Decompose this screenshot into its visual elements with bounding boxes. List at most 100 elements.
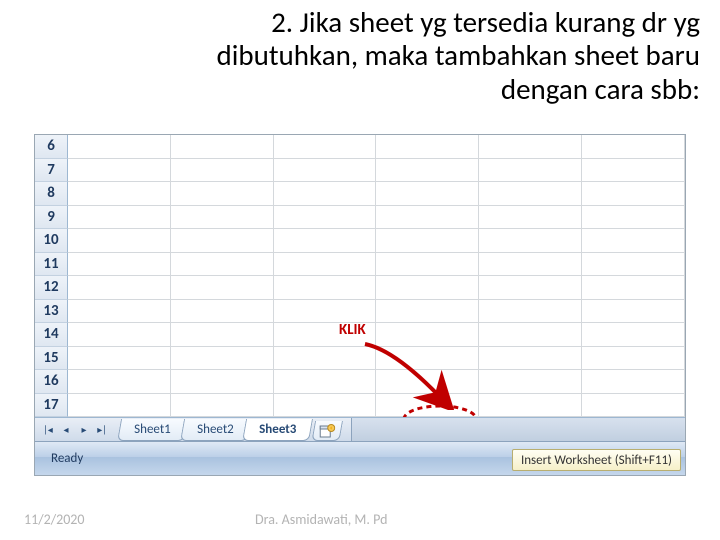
cell[interactable]	[479, 182, 582, 206]
cell[interactable]	[376, 182, 479, 206]
cell[interactable]	[376, 159, 479, 183]
cell[interactable]	[171, 135, 274, 159]
cell[interactable]	[274, 159, 377, 183]
cell[interactable]	[274, 347, 377, 371]
grid-row: 8	[35, 182, 685, 206]
spreadsheet-grid: 67891011121314151617	[35, 135, 685, 417]
cell[interactable]	[479, 347, 582, 371]
cell[interactable]	[376, 229, 479, 253]
cell[interactable]	[479, 370, 582, 394]
row-header[interactable]: 12	[35, 276, 68, 300]
row-header[interactable]: 6	[35, 135, 68, 159]
cell[interactable]	[479, 276, 582, 300]
cell[interactable]	[68, 229, 171, 253]
cell[interactable]	[68, 253, 171, 277]
cell[interactable]	[171, 347, 274, 371]
cell[interactable]	[68, 276, 171, 300]
cell[interactable]	[479, 159, 582, 183]
tab-nav-prev-icon[interactable]: ◂	[57, 420, 75, 440]
cell[interactable]	[479, 229, 582, 253]
cell[interactable]	[376, 206, 479, 230]
cell[interactable]	[171, 206, 274, 230]
cell[interactable]	[376, 253, 479, 277]
cell[interactable]	[582, 370, 685, 394]
sheet-tab-sheet1[interactable]: Sheet1	[117, 419, 188, 441]
cell[interactable]	[582, 276, 685, 300]
horizontal-scroll-track[interactable]	[351, 418, 685, 441]
cell[interactable]	[171, 253, 274, 277]
grid-row: 10	[35, 229, 685, 253]
cell[interactable]	[171, 182, 274, 206]
cell[interactable]	[274, 206, 377, 230]
cell[interactable]	[274, 135, 377, 159]
cell[interactable]	[68, 135, 171, 159]
cell[interactable]	[582, 159, 685, 183]
cell[interactable]	[274, 394, 377, 418]
row-header[interactable]: 10	[35, 229, 68, 253]
cell[interactable]	[376, 394, 479, 418]
cell[interactable]	[171, 300, 274, 324]
cell[interactable]	[479, 300, 582, 324]
cell[interactable]	[376, 300, 479, 324]
insert-worksheet-button[interactable]	[312, 421, 344, 441]
cell[interactable]	[68, 182, 171, 206]
row-header[interactable]: 8	[35, 182, 68, 206]
cell[interactable]	[582, 253, 685, 277]
cell[interactable]	[68, 159, 171, 183]
row-header[interactable]: 13	[35, 300, 68, 324]
row-header[interactable]: 14	[35, 323, 68, 347]
cell[interactable]	[376, 323, 479, 347]
cell[interactable]	[582, 323, 685, 347]
cell[interactable]	[274, 253, 377, 277]
cell[interactable]	[582, 135, 685, 159]
cell[interactable]	[376, 370, 479, 394]
klik-annotation: KLIK	[339, 321, 366, 339]
sheet-tabs: Sheet1Sheet2Sheet3	[121, 418, 343, 441]
cell[interactable]	[171, 159, 274, 183]
cell[interactable]	[171, 323, 274, 347]
grid-row: 7	[35, 159, 685, 183]
cell[interactable]	[582, 347, 685, 371]
cell[interactable]	[171, 394, 274, 418]
cell[interactable]	[274, 300, 377, 324]
cell[interactable]	[274, 370, 377, 394]
cell[interactable]	[582, 182, 685, 206]
cell[interactable]	[68, 370, 171, 394]
row-header[interactable]: 7	[35, 159, 68, 183]
cell[interactable]	[68, 394, 171, 418]
cell[interactable]	[479, 253, 582, 277]
row-header[interactable]: 9	[35, 206, 68, 230]
sheet-tab-sheet3[interactable]: Sheet3	[242, 419, 313, 441]
sheet-tab-sheet2[interactable]: Sheet2	[180, 419, 251, 441]
cell[interactable]	[171, 370, 274, 394]
cell[interactable]	[376, 347, 479, 371]
cell[interactable]	[68, 206, 171, 230]
cell[interactable]	[68, 300, 171, 324]
cell[interactable]	[582, 394, 685, 418]
cell[interactable]	[582, 229, 685, 253]
tab-nav-first-icon[interactable]: |◂	[39, 420, 57, 440]
cell[interactable]	[479, 394, 582, 418]
cell[interactable]	[582, 206, 685, 230]
row-header[interactable]: 15	[35, 347, 68, 371]
row-header[interactable]: 17	[35, 394, 68, 418]
cell[interactable]	[274, 229, 377, 253]
cell[interactable]	[376, 135, 479, 159]
cell[interactable]	[274, 182, 377, 206]
cell[interactable]	[376, 276, 479, 300]
cell[interactable]	[479, 206, 582, 230]
cell[interactable]	[68, 347, 171, 371]
row-header[interactable]: 11	[35, 253, 68, 277]
cell[interactable]	[479, 323, 582, 347]
cell[interactable]	[171, 276, 274, 300]
grid-row: 9	[35, 206, 685, 230]
cell[interactable]	[171, 229, 274, 253]
tab-nav-next-icon[interactable]: ▸	[75, 420, 93, 440]
row-header[interactable]: 16	[35, 370, 68, 394]
status-ready: Ready	[35, 451, 83, 466]
cell[interactable]	[479, 135, 582, 159]
tab-nav-last-icon[interactable]: ▸|	[93, 420, 111, 440]
cell[interactable]	[274, 276, 377, 300]
cell[interactable]	[582, 300, 685, 324]
cell[interactable]	[68, 323, 171, 347]
